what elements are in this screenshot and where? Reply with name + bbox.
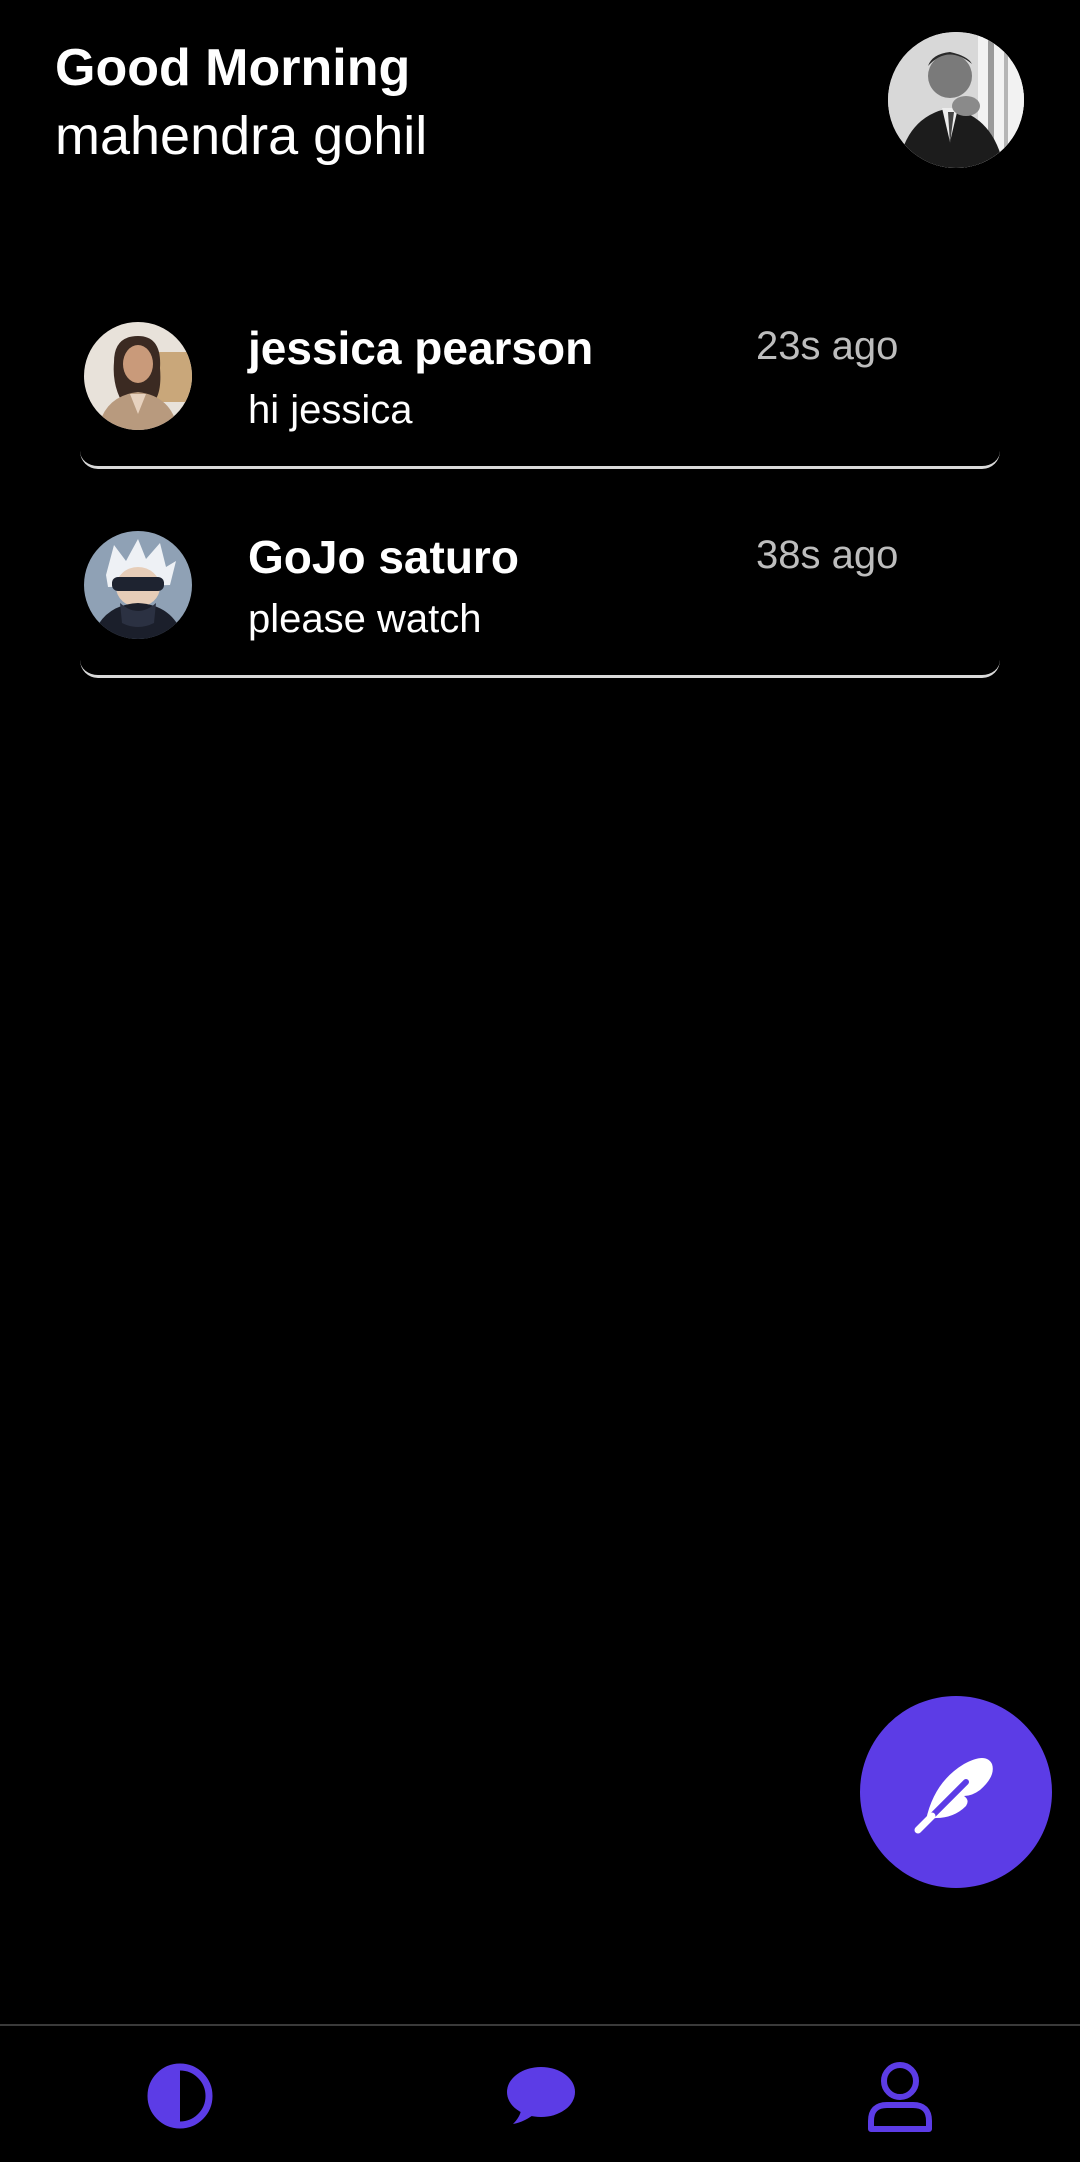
chat-avatar (84, 531, 192, 639)
chat-last-message: hi jessica (248, 388, 413, 432)
user-name: mahendra gohil (55, 106, 428, 166)
feather-icon (914, 1758, 993, 1834)
chat-timestamp: 38s ago (756, 533, 899, 577)
person-icon (868, 2062, 932, 2132)
compose-button[interactable] (860, 1696, 1052, 1888)
chat-list: jessica pearson hi jessica 23s ago GoJo … (80, 310, 1000, 728)
avatar-image (84, 531, 192, 639)
chat-list-item[interactable]: GoJo saturo please watch 38s ago (80, 519, 1000, 678)
greeting-title: Good Morning (55, 39, 411, 97)
chat-avatar (84, 322, 192, 430)
chat-contact-name: jessica pearson (248, 322, 594, 374)
profile-avatar-image (888, 32, 1024, 168)
chat-last-message: please watch (248, 597, 482, 641)
chat-bubble-icon (507, 2067, 575, 2124)
chat-contact-name: GoJo saturo (248, 531, 519, 583)
avatar-image (84, 322, 192, 430)
bottom-navigation (0, 2024, 1080, 2162)
nav-chats[interactable] (498, 2054, 582, 2138)
greeting-header: Good Morning mahendra gohil (55, 36, 427, 172)
profile-avatar[interactable] (888, 32, 1024, 168)
nav-profile[interactable] (858, 2054, 942, 2138)
contrast-icon (147, 2063, 213, 2129)
nav-theme-toggle[interactable] (138, 2054, 222, 2138)
chat-list-item[interactable]: jessica pearson hi jessica 23s ago (80, 310, 1000, 469)
chat-timestamp: 23s ago (756, 324, 899, 368)
